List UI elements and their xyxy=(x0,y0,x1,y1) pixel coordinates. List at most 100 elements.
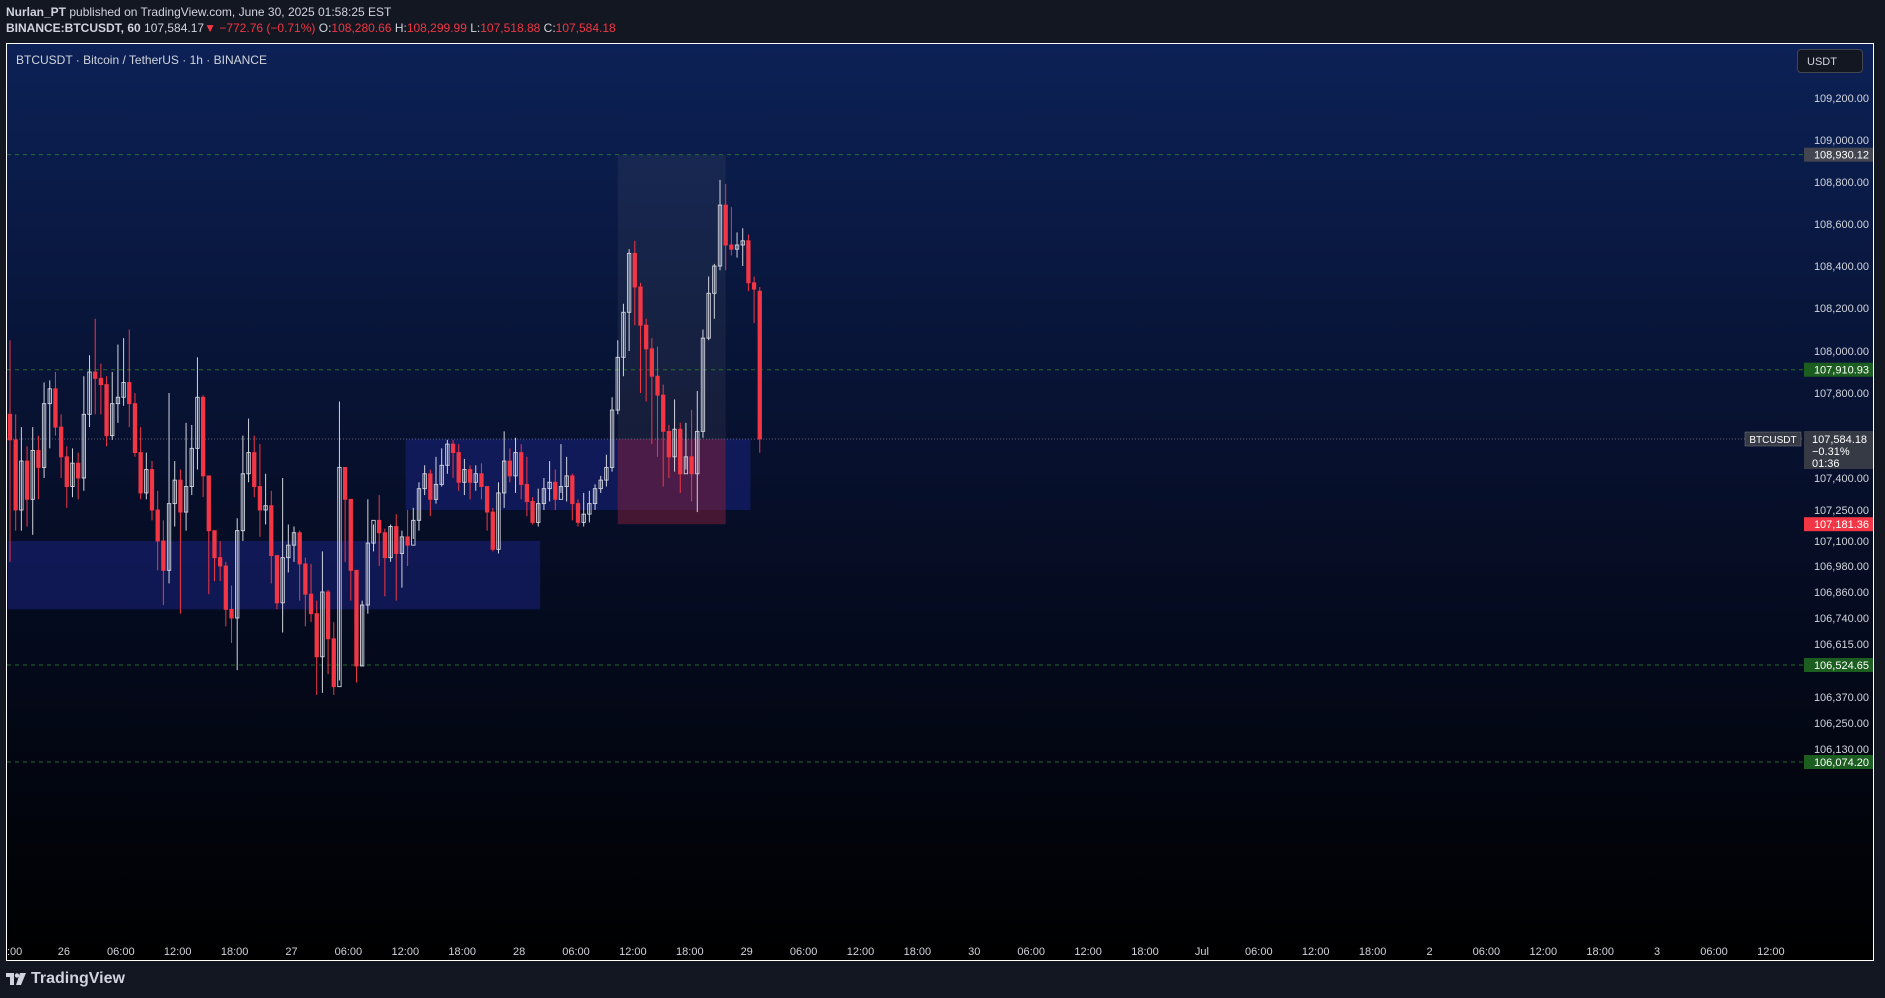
candle-body xyxy=(467,469,473,483)
price-axis-label: 106,615.00 xyxy=(1814,639,1869,651)
price-axis-label: 108,200.00 xyxy=(1814,303,1869,315)
candle-body xyxy=(76,462,81,479)
candle-body xyxy=(479,473,484,487)
author-name[interactable]: Nurlan_PT xyxy=(6,5,66,19)
candle xyxy=(530,497,535,525)
time-axis-label: 12:00 xyxy=(164,946,192,958)
candlestick-chart[interactable]: :00 26 06:00 12:00 18:00 27 06:00 12:00 18:00 28 0… xyxy=(7,44,1874,961)
candle-body xyxy=(575,503,581,523)
candle-body xyxy=(269,505,274,557)
price-axis-label: 107,400.00 xyxy=(1814,473,1869,485)
last-price: 107,584.17 xyxy=(144,21,205,35)
current-price-change: −0.31% xyxy=(1812,446,1850,458)
candle xyxy=(104,376,109,447)
chart-panel[interactable]: :00 26 06:00 12:00 18:00 27 06:00 12:00 18:00 28 0… xyxy=(6,43,1874,961)
price-axis-label: 107,800.00 xyxy=(1814,388,1869,400)
time-axis-label: 18:00 xyxy=(1586,946,1614,958)
candle-body xyxy=(274,555,280,604)
candle-body xyxy=(377,519,382,534)
current-price-countdown: 01:36 xyxy=(1812,458,1840,470)
candle-body xyxy=(354,569,359,667)
ohlc-header: BINANCE:BTCUSDT, 60 107,584.17▼ −772.76 … xyxy=(6,21,616,35)
time-axis-label: 12:00 xyxy=(392,946,420,958)
time-axis-label: Jul xyxy=(1195,946,1209,958)
time-axis-label: 30 xyxy=(968,946,980,958)
candle-body xyxy=(308,593,314,615)
price-tag-label: 107,910.93 xyxy=(1814,365,1869,377)
candle xyxy=(354,569,359,683)
symbol-interval: BINANCE:BTCUSDT, 60 xyxy=(6,21,141,35)
time-axis-label: 06:00 xyxy=(1017,946,1045,958)
time-axis-label: 18:00 xyxy=(1359,946,1387,958)
tradingview-logo-text: TradingView xyxy=(31,970,125,987)
price-axis-label: 109,200.00 xyxy=(1814,93,1869,105)
time-axis-label: 28 xyxy=(513,946,525,958)
candle-body xyxy=(24,460,30,500)
down-arrow-icon: ▼ xyxy=(204,21,216,35)
candle-body xyxy=(132,403,138,454)
time-axis-label: 18:00 xyxy=(448,946,476,958)
price-tag-label: 106,074.20 xyxy=(1814,757,1869,769)
low-value: 107,518.88 xyxy=(480,21,541,35)
candle-body xyxy=(484,486,490,513)
time-axis-label: 18:00 xyxy=(904,946,932,958)
time-axis-label: 12:00 xyxy=(847,946,875,958)
candle-body xyxy=(53,388,58,428)
candle-body xyxy=(104,384,109,437)
price-axis-label: 108,000.00 xyxy=(1814,346,1869,358)
candle xyxy=(746,234,751,292)
time-axis-label: 27 xyxy=(285,946,297,958)
price-tag: 106,074.20 xyxy=(1804,755,1873,769)
candle-body xyxy=(93,371,98,379)
candle-body xyxy=(314,613,319,658)
position-target-zone xyxy=(617,154,726,440)
time-axis-label: 2 xyxy=(1426,946,1432,958)
candle-body xyxy=(331,638,336,688)
price-axis-label: 106,860.00 xyxy=(1814,587,1869,599)
time-axis-label: 06:00 xyxy=(1245,946,1273,958)
candle xyxy=(575,499,581,527)
currency-button[interactable]: USDT xyxy=(1797,49,1863,73)
published-text: published on TradingView.com, June 30, 2… xyxy=(69,5,392,19)
candle-body xyxy=(570,475,575,505)
candle xyxy=(757,287,762,453)
price-axis-label: 106,740.00 xyxy=(1814,613,1869,625)
symbol-tag: BTCUSDT xyxy=(1749,435,1796,446)
publication-info: Nurlan_PT published on TradingView.com, … xyxy=(6,5,391,19)
candle-body xyxy=(200,396,206,477)
candle-body xyxy=(98,377,104,386)
candle-body xyxy=(325,591,331,640)
time-axis-label: 3 xyxy=(1654,946,1660,958)
high-value: 108,299.99 xyxy=(406,21,467,35)
candle-body xyxy=(218,557,223,567)
time-axis-label: 26 xyxy=(58,946,70,958)
tradingview-logo[interactable]: TradingView xyxy=(6,970,125,988)
time-axis-label: :00 xyxy=(7,946,22,958)
candle-body xyxy=(127,382,132,405)
candle-body xyxy=(58,426,64,458)
candle-body xyxy=(212,530,217,559)
time-axis-label: 12:00 xyxy=(1530,946,1558,958)
time-axis-label: 12:00 xyxy=(1302,946,1330,958)
candle-body xyxy=(161,540,166,571)
candle-body xyxy=(13,439,18,511)
time-axis-label: 06:00 xyxy=(107,946,135,958)
price-axis-label: 106,370.00 xyxy=(1814,692,1869,704)
close-value: 107,584.18 xyxy=(555,21,616,35)
price-axis-label: 108,600.00 xyxy=(1814,219,1869,231)
chart-legend: BTCUSDT · Bitcoin / TetherUS · 1h · BINA… xyxy=(16,53,267,67)
candle-body xyxy=(223,565,228,610)
candle-body xyxy=(746,240,751,284)
price-axis-label: 106,250.00 xyxy=(1814,718,1869,730)
price-tag-label: 106,524.65 xyxy=(1814,660,1869,672)
position-stop-zone xyxy=(617,439,726,525)
time-axis-label: 06:00 xyxy=(790,946,818,958)
candle-body xyxy=(7,413,13,441)
high-label: H: xyxy=(394,21,407,35)
price-axis-label: 108,800.00 xyxy=(1814,177,1869,189)
candle-body xyxy=(632,252,637,288)
current-price-value: 107,584.18 xyxy=(1812,434,1867,446)
candle-body xyxy=(206,475,211,532)
candle-body xyxy=(229,608,234,619)
demand-zone-0 xyxy=(8,541,541,610)
